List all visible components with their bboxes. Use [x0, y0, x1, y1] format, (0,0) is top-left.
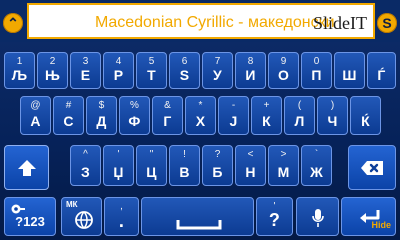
key-sha[interactable]: Ш: [334, 52, 365, 89]
key-f[interactable]: % Ф: [119, 96, 150, 135]
shift-icon: [17, 159, 36, 176]
suggestion-text: Macedonian Cyrillic - македонски: [95, 14, 335, 31]
globe-icon: [75, 211, 93, 229]
key-s[interactable]: # С: [53, 96, 84, 135]
keyboard: ⌃ Macedonian Cyrillic - македонски Slide…: [0, 0, 400, 240]
suggestion-box[interactable]: Macedonian Cyrillic - македонски SlideIT: [27, 3, 375, 39]
space-icon: [176, 220, 222, 230]
key-che[interactable]: ) Ч: [317, 96, 348, 135]
backspace-icon: [361, 160, 383, 175]
microphone-icon: [312, 209, 324, 227]
question-key[interactable]: ' ?: [256, 197, 293, 236]
key-l[interactable]: (Л: [284, 96, 315, 135]
key-t[interactable]: 5Т: [136, 52, 167, 89]
mic-key[interactable]: [296, 197, 339, 236]
key-dzhe[interactable]: ' Џ: [103, 145, 134, 186]
key-nje[interactable]: 2Њ: [37, 52, 68, 89]
key-dze[interactable]: 6Ѕ: [169, 52, 200, 89]
slideit-icon[interactable]: S: [377, 13, 397, 33]
key-k[interactable]: + К: [251, 96, 282, 135]
key-v[interactable]: ! В: [169, 145, 200, 186]
key-h[interactable]: * Х: [185, 96, 216, 135]
key-lje[interactable]: 1Љ: [4, 52, 35, 89]
key-b[interactable]: ? Б: [202, 145, 233, 186]
key-zhe[interactable]: ` Ж: [301, 145, 332, 186]
expand-icon[interactable]: ⌃: [3, 13, 23, 33]
language-key[interactable]: МК: [61, 197, 102, 236]
key-ts[interactable]: " Ц: [136, 145, 167, 186]
key-o[interactable]: 9О: [268, 52, 299, 89]
key-gje[interactable]: Ѓ: [367, 52, 396, 89]
hide-label: Hide: [371, 220, 391, 230]
enter-key[interactable]: Hide: [341, 197, 396, 236]
backspace-key[interactable]: [348, 145, 396, 190]
key-e[interactable]: 3Е: [70, 52, 101, 89]
key-je[interactable]: -Ј: [218, 96, 249, 135]
key-a[interactable]: @ А: [20, 96, 51, 135]
key-m[interactable]: > М: [268, 145, 299, 186]
key-kje[interactable]: Ќ: [350, 96, 381, 135]
shift-key[interactable]: [4, 145, 49, 190]
key-z[interactable]: ^ З: [70, 145, 101, 186]
period-key[interactable]: , .: [104, 197, 139, 236]
slideit-logo: SlideIT: [313, 13, 367, 33]
key-u[interactable]: 7У: [202, 52, 233, 89]
symbols-key[interactable]: ?123: [4, 197, 56, 236]
key-g[interactable]: & Г: [152, 96, 183, 135]
key-n[interactable]: < Н: [235, 145, 266, 186]
key-p[interactable]: 0П: [301, 52, 332, 89]
space-key[interactable]: [141, 197, 254, 236]
key-r[interactable]: 4Р: [103, 52, 134, 89]
key-d[interactable]: $ Д: [86, 96, 117, 135]
key-i[interactable]: 8И: [235, 52, 266, 89]
